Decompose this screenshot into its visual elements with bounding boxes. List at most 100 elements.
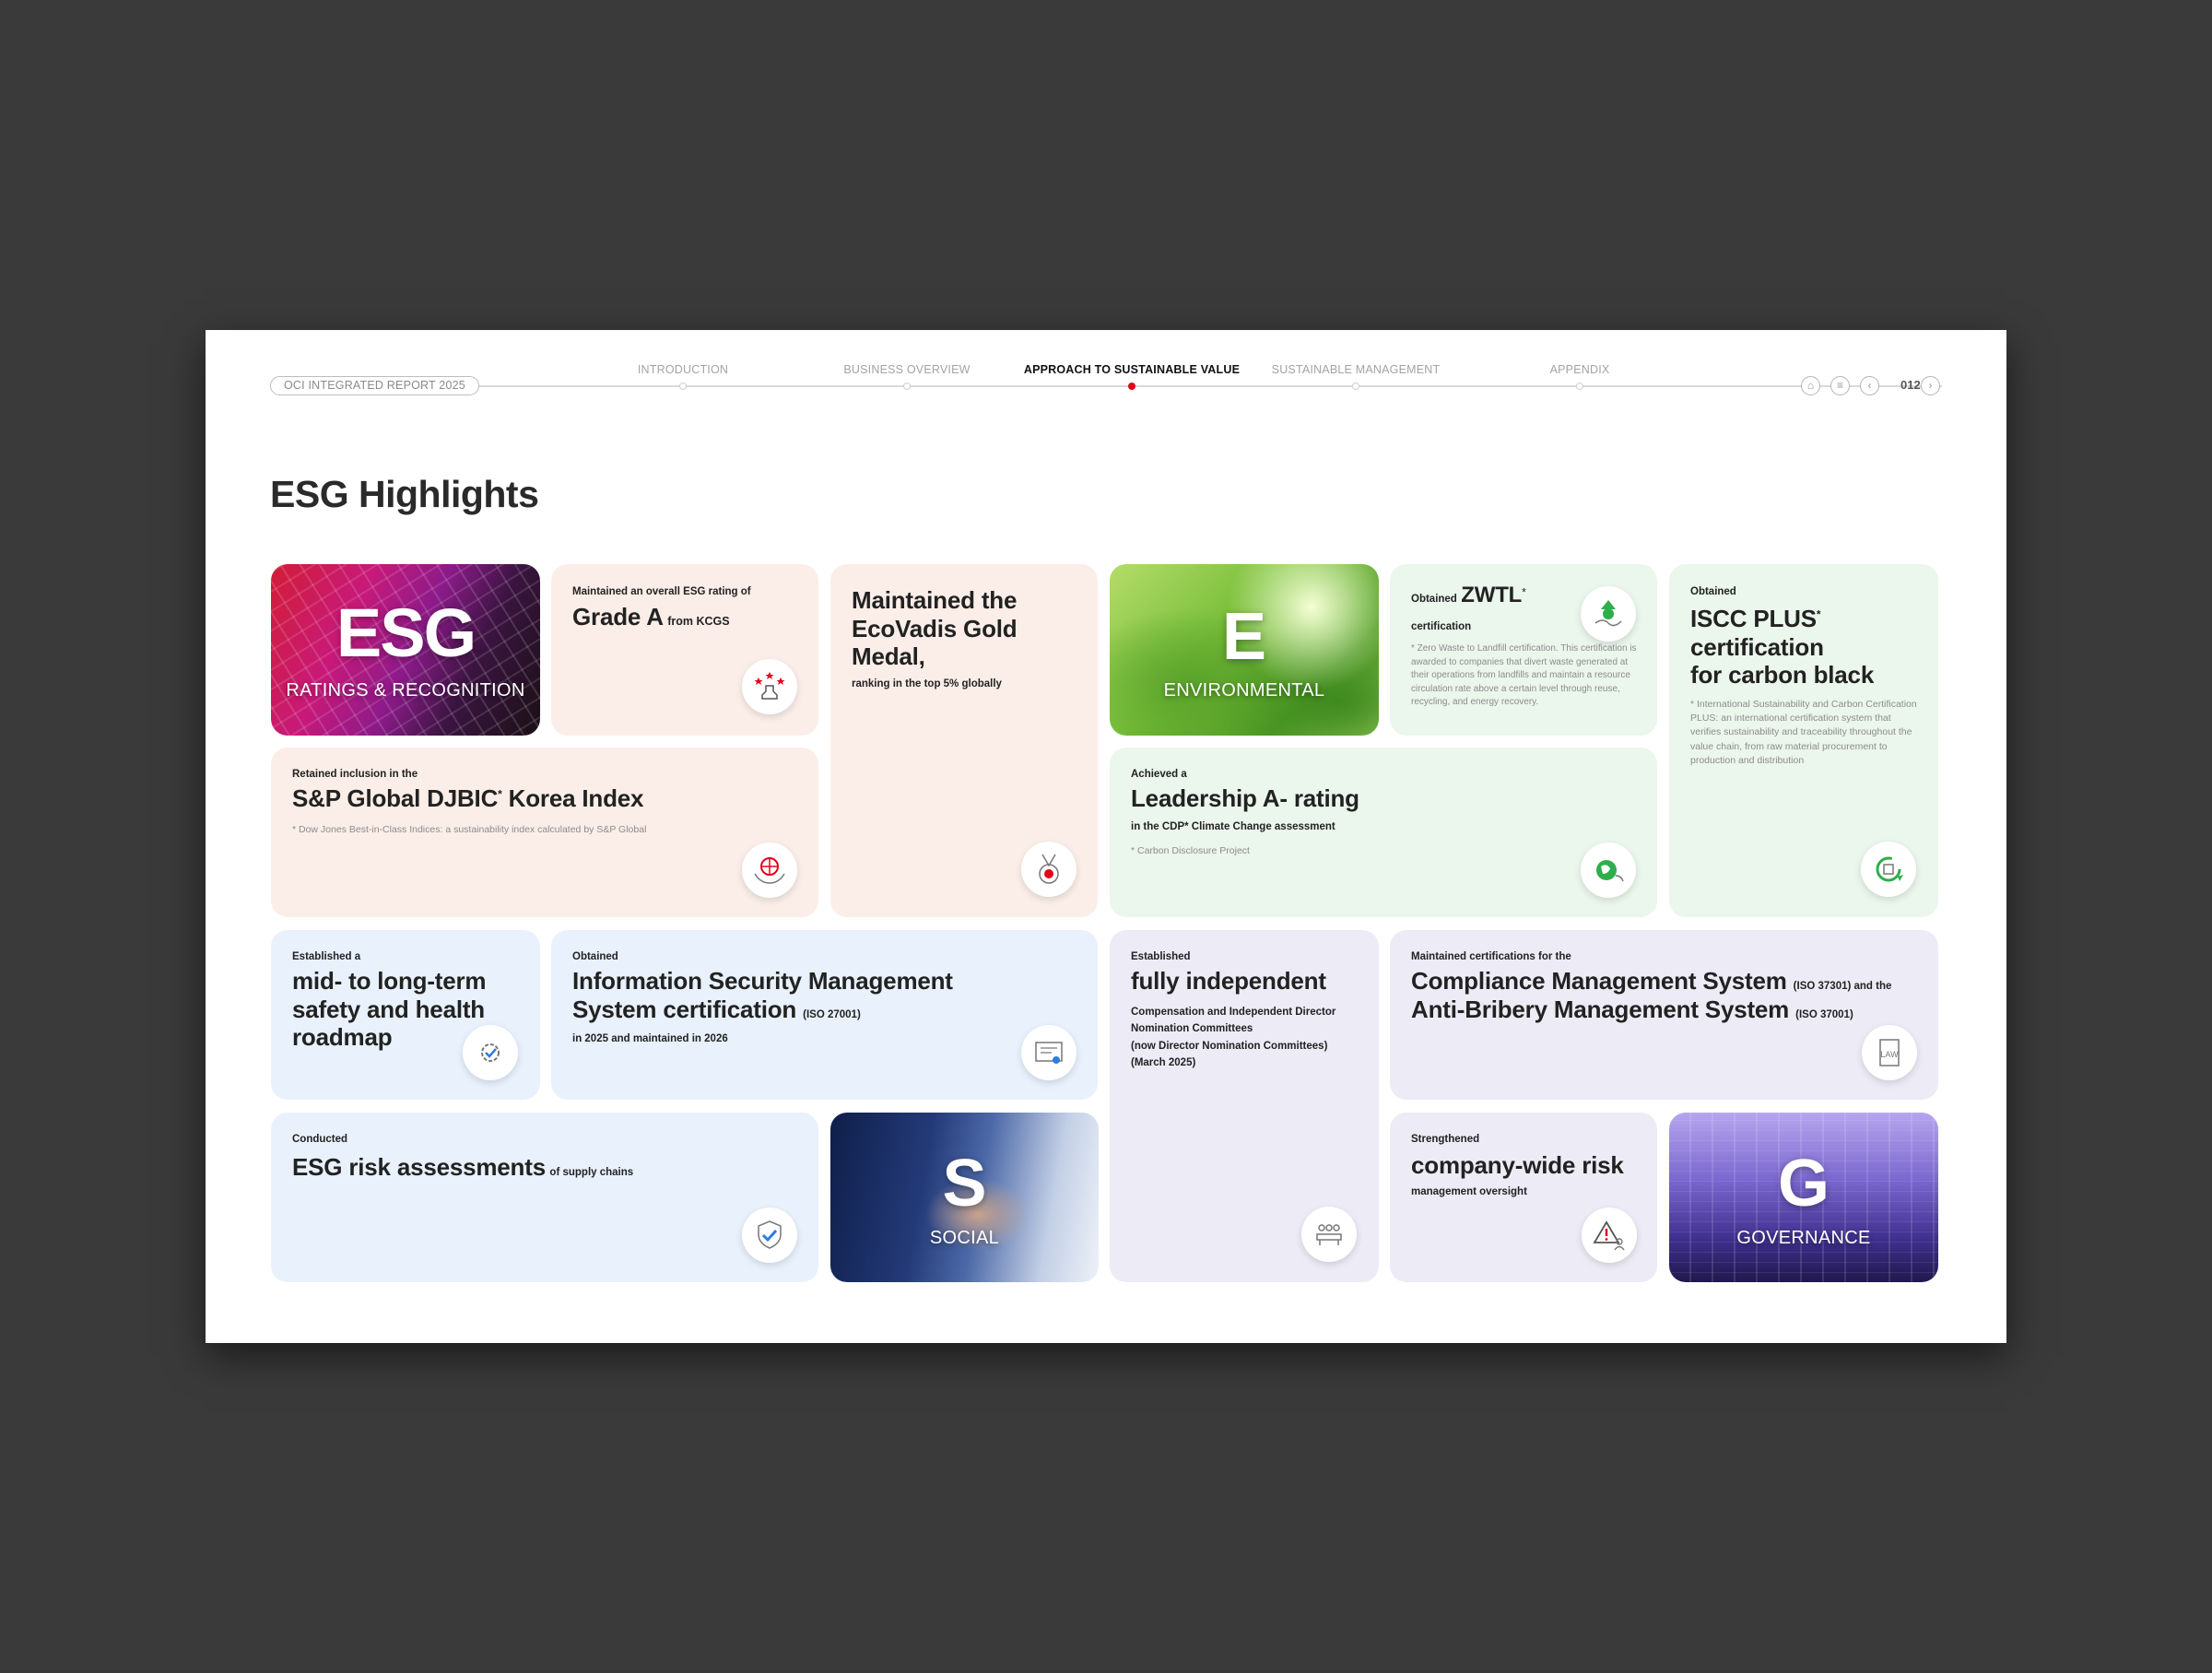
card-company-wide-risk: Strengthened company-wide risk managemen… [1390, 1113, 1657, 1282]
stamp-stars-icon [742, 659, 797, 714]
iscc-note: * International Sustainability and Carbo… [1690, 699, 1917, 766]
card-compliance-anti-bribery: Maintained certifications for the Compli… [1390, 930, 1938, 1100]
svg-text:LAW: LAW [1880, 1050, 1899, 1059]
isms-main1: Information Security Management [572, 967, 953, 995]
certificate-icon [1021, 1025, 1077, 1080]
menu-icon[interactable]: ≡ [1830, 376, 1850, 395]
warning-person-icon [1582, 1208, 1637, 1263]
djbic-main-tail: Korea Index [501, 784, 644, 812]
globe-hands-icon [742, 842, 797, 898]
nav-dot[interactable] [903, 383, 911, 390]
nav-dot[interactable] [679, 383, 687, 390]
risk-assess-post: of supply chains [549, 1167, 634, 1178]
isms-main2: System certification [572, 995, 797, 1023]
card-zwtl: Obtained ZWTL* certification * Zero Wast… [1390, 564, 1657, 736]
card-independent-committees: Established fully independent Compensati… [1110, 930, 1379, 1282]
card-grade-a: Maintained an overall ESG rating of Grad… [551, 564, 818, 736]
independent-sub4: (March 2025) [1131, 1057, 1196, 1069]
prev-page-icon[interactable]: ‹ [1860, 376, 1879, 395]
independent-pre: Established [1131, 951, 1191, 962]
card-isms: Obtained Information Security Management… [551, 930, 1098, 1100]
iscc-pre: Obtained [1690, 586, 1736, 597]
governance-tile-letter: G [1777, 1147, 1830, 1220]
independent-main: fully independent [1131, 967, 1326, 995]
grade-a-post: from KCGS [667, 615, 730, 628]
card-ecovadis: Maintained the EcoVadis Gold Medal, rank… [830, 564, 1098, 917]
nav-dot[interactable] [1576, 383, 1583, 390]
cdp-main: Leadership A- rating [1131, 784, 1359, 812]
iscc-main3: for carbon black [1690, 661, 1875, 689]
nav-appendix[interactable]: APPENDIX [1550, 363, 1610, 376]
djbic-note: * Dow Jones Best-in-Class Indices: a sus… [292, 824, 647, 835]
risk-mgmt-pre: Strengthened [1411, 1134, 1480, 1145]
page-title: ESG Highlights [270, 473, 539, 515]
isms-pre: Obtained [572, 951, 618, 962]
nav-sustainable-management[interactable]: SUSTAINABLE MANAGEMENT [1272, 363, 1441, 376]
environmental-tile-letter: E [1221, 600, 1267, 674]
nav-approach-to-sustainable-value[interactable]: APPROACH TO SUSTAINABLE VALUE [1024, 363, 1240, 376]
next-page-icon[interactable]: › [1921, 376, 1940, 395]
home-icon[interactable]: ⌂ [1801, 376, 1820, 395]
cdp-sub: in the CDP* Climate Change assessment [1131, 821, 1335, 832]
nav-timeline [270, 385, 1942, 387]
page-number: 012 [1900, 378, 1921, 392]
committee-icon [1301, 1207, 1357, 1262]
grade-a-main: Grade A [572, 603, 664, 630]
djbic-main: S&P Global DJBIC [292, 784, 499, 812]
iscc-main2: certification [1690, 632, 1824, 661]
card-cdp: Achieved a Leadership A- rating in the C… [1110, 748, 1657, 917]
iscc-sup: * [1816, 607, 1821, 621]
compliance-main1-small: (ISO 37301) and the [1793, 981, 1892, 992]
nav-dot[interactable] [1352, 383, 1359, 390]
compliance-main2-small: (ISO 37001) [1795, 1008, 1853, 1020]
recycle-hand-icon [1581, 586, 1636, 642]
isms-main2-small: (ISO 27001) [803, 1008, 861, 1020]
gear-check-icon [463, 1025, 518, 1080]
governance-tile-caption: GOVERNANCE [1736, 1228, 1871, 1248]
nav-business-overview[interactable]: BUSINESS OVERVIEW [843, 363, 970, 376]
risk-mgmt-sub: management oversight [1411, 1186, 1527, 1197]
risk-assess-pre: Conducted [292, 1134, 348, 1145]
law-book-icon: LAW [1862, 1025, 1917, 1080]
card-esg-risk-assessments: Conducted ESG risk assessments of supply… [271, 1113, 818, 1282]
governance-tile: G GOVERNANCE [1669, 1113, 1938, 1282]
independent-sub2: Nomination Committees [1131, 1023, 1253, 1035]
isms-sub: in 2025 and maintained in 2026 [572, 1033, 728, 1044]
risk-assess-main: ESG risk assessments [292, 1153, 546, 1181]
independent-sub1: Compensation and Independent Director [1131, 1007, 1336, 1018]
independent-sub3: (now Director Nomination Committees) [1131, 1040, 1328, 1052]
social-tile-letter: S [942, 1147, 987, 1220]
risk-mgmt-main: company-wide risk [1411, 1151, 1624, 1179]
cdp-note: * Carbon Disclosure Project [1131, 845, 1250, 856]
iscc-main1: ISCC PLUS [1690, 605, 1817, 632]
medal-icon [1021, 842, 1077, 897]
esg-tile-letter: ESG [335, 595, 477, 671]
environmental-tile: E ENVIRONMENTAL [1110, 564, 1379, 736]
djbic-pre: Retained inclusion in the [292, 769, 418, 780]
nav-dot-active[interactable] [1128, 383, 1135, 390]
zwtl-sup: * [1522, 585, 1526, 599]
compliance-main2: Anti-Bribery Management System [1411, 995, 1790, 1023]
zwtl-main: ZWTL [1461, 583, 1523, 607]
earth-leaf-icon [1581, 842, 1636, 898]
social-tile: S SOCIAL [830, 1113, 1099, 1282]
card-safety-roadmap: Established a mid- to long-term safety a… [271, 930, 540, 1100]
safety-pre: Established a [292, 951, 361, 962]
zwtl-post: certification [1411, 621, 1472, 632]
esg-tile-caption: RATINGS & RECOGNITION [286, 680, 525, 701]
zwtl-note: * Zero Waste to Landfill certification. … [1411, 643, 1637, 707]
cdp-pre: Achieved a [1131, 769, 1187, 780]
compliance-pre: Maintained certifications for the [1411, 951, 1571, 962]
report-title-pill[interactable]: OCI INTEGRATED REPORT 2025 [270, 376, 479, 395]
environmental-tile-caption: ENVIRONMENTAL [1163, 680, 1325, 701]
circular-arrow-icon [1861, 842, 1916, 897]
ecovadis-main: Maintained the EcoVadis Gold Medal, [852, 586, 1018, 671]
esg-ratings-tile: ESG RATINGS & RECOGNITION [271, 564, 540, 736]
nav-introduction[interactable]: INTRODUCTION [638, 363, 728, 376]
shield-check-icon [742, 1208, 797, 1263]
report-page: OCI INTEGRATED REPORT 2025 INTRODUCTION … [206, 330, 2006, 1343]
grade-a-pre: Maintained an overall ESG rating of [572, 586, 751, 597]
compliance-main1: Compliance Management System [1411, 967, 1787, 995]
ecovadis-sub: ranking in the top 5% globally [852, 678, 1002, 689]
zwtl-pre: Obtained [1411, 594, 1457, 605]
